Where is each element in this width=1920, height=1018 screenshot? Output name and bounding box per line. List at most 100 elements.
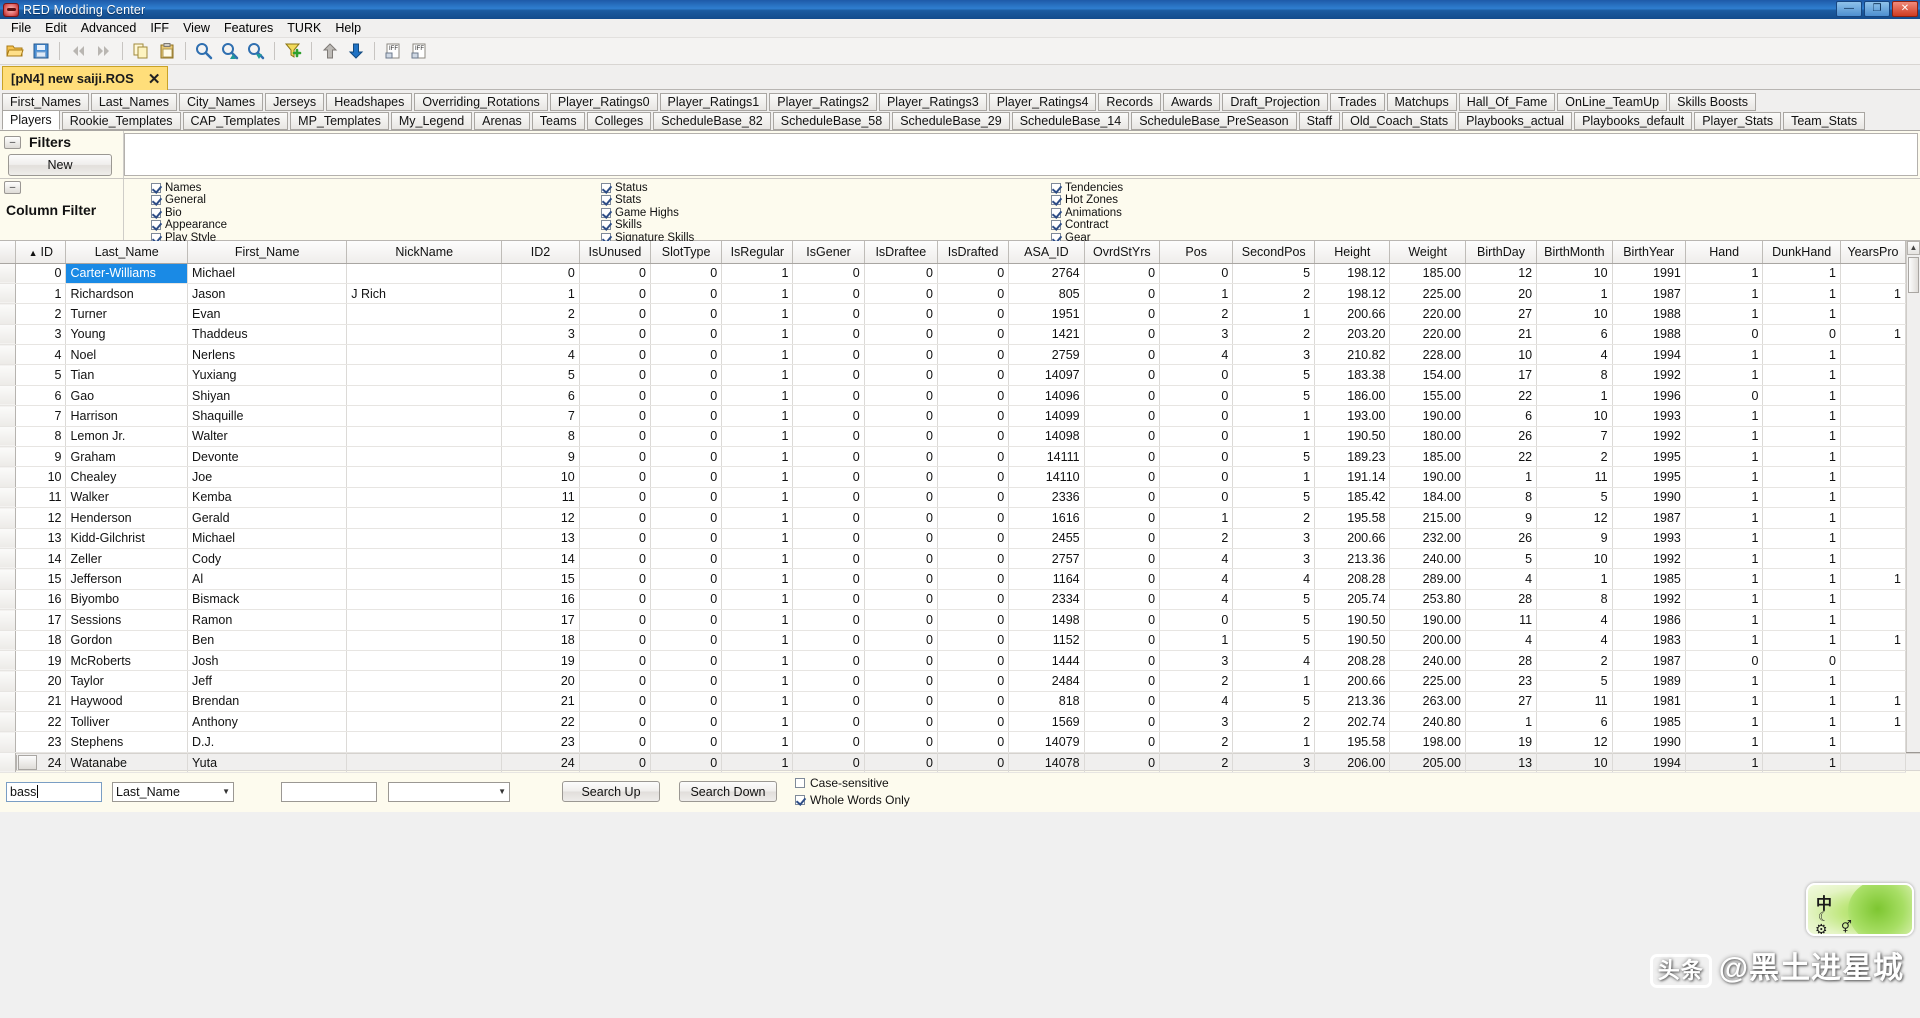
cell-id2[interactable]: 8 xyxy=(501,426,580,448)
table-row[interactable]: 12 Henderson Gerald 12 0 0 1 0 0 0 1616 0 1 2 195.58 21… xyxy=(0,507,1907,529)
cell-pos[interactable]: 4 xyxy=(1159,344,1234,366)
cell-hand[interactable]: 0 xyxy=(1685,324,1764,346)
cell-hand[interactable]: 1 xyxy=(1685,446,1764,468)
cell-pos[interactable]: 2 xyxy=(1159,731,1234,753)
row-selector[interactable] xyxy=(0,405,17,427)
cell-dunkhand[interactable]: 1 xyxy=(1762,609,1841,631)
cell-isdrafted[interactable]: 0 xyxy=(937,589,1010,611)
cell-isdrafted[interactable]: 0 xyxy=(937,507,1010,529)
table-row[interactable]: 6 Gao Shiyan 6 0 0 1 0 0 0 14096 0 0 5 186.00 155.00 22 1… xyxy=(0,385,1907,407)
cell-isgener[interactable]: 0 xyxy=(792,548,865,570)
cell-secondpos[interactable]: 1 xyxy=(1232,405,1316,427)
tab-schedulebase-29[interactable]: ScheduleBase_29 xyxy=(892,112,1010,130)
cell-last_name[interactable]: Stephens xyxy=(65,731,188,753)
cell-height[interactable]: 198.12 xyxy=(1314,263,1391,284)
search-up-icon[interactable] xyxy=(218,40,242,63)
cell-id[interactable]: 22 xyxy=(15,711,67,733)
new-filter-button[interactable]: New xyxy=(8,154,112,176)
cell-id2[interactable]: 7 xyxy=(501,405,580,427)
cell-pos[interactable]: 1 xyxy=(1159,507,1234,529)
cell-weight[interactable]: 190.00 xyxy=(1389,466,1466,488)
cell-birthday[interactable]: 26 xyxy=(1465,426,1538,448)
cell-isunused[interactable]: 0 xyxy=(579,303,651,325)
cell-isunused[interactable]: 0 xyxy=(579,487,651,509)
row-selector[interactable] xyxy=(0,303,17,325)
search-icon[interactable] xyxy=(192,40,216,63)
cell-slottype[interactable]: 0 xyxy=(650,650,723,672)
cell-ovrdstyrs[interactable]: 0 xyxy=(1084,670,1161,692)
cell-yearspro[interactable] xyxy=(1840,487,1907,509)
cell-last_name[interactable]: Gordon xyxy=(65,630,188,651)
cell-ovrdstyrs[interactable]: 0 xyxy=(1084,364,1161,386)
cell-hand[interactable]: 1 xyxy=(1685,711,1764,733)
cell-pos[interactable]: 0 xyxy=(1159,487,1234,509)
cell-isregular[interactable]: 1 xyxy=(721,263,794,284)
cell-isgener[interactable]: 0 xyxy=(792,446,865,468)
cell-last_name[interactable]: Graham xyxy=(65,446,188,468)
cell-last_name[interactable]: Carter-Williams xyxy=(65,263,188,284)
cell-isdrafted[interactable]: 0 xyxy=(937,650,1010,672)
cell-birthmonth[interactable]: 4 xyxy=(1536,609,1613,631)
tab-old-coach-stats[interactable]: Old_Coach_Stats xyxy=(1342,112,1457,130)
cell-first_name[interactable]: Bismack xyxy=(187,589,348,611)
cell-first_name[interactable]: Kemba xyxy=(187,487,348,509)
cell-isregular[interactable]: 1 xyxy=(721,711,794,733)
cell-dunkhand[interactable]: 1 xyxy=(1762,364,1841,386)
cell-birthyear[interactable]: 1990 xyxy=(1612,731,1686,753)
menu-item-help[interactable]: Help xyxy=(328,19,368,37)
cell-yearspro[interactable]: 1 xyxy=(1840,568,1907,590)
cell-first_name[interactable]: Michael xyxy=(187,263,348,284)
cell-isgener[interactable]: 0 xyxy=(792,263,865,284)
cell-isdraftee[interactable]: 0 xyxy=(864,303,938,325)
cell-birthday[interactable]: 4 xyxy=(1465,630,1538,651)
cell-isdraftee[interactable]: 0 xyxy=(864,385,938,407)
menu-item-view[interactable]: View xyxy=(176,19,217,37)
tab-teams[interactable]: Teams xyxy=(531,112,585,130)
cell-dunkhand[interactable]: 0 xyxy=(1762,324,1841,346)
cell-birthday[interactable]: 8 xyxy=(1465,487,1538,509)
cell-birthmonth[interactable]: 4 xyxy=(1536,344,1613,366)
cell-secondpos[interactable]: 3 xyxy=(1232,548,1316,570)
tab-arenas[interactable]: Arenas xyxy=(474,112,530,130)
cell-ovrdstyrs[interactable]: 0 xyxy=(1084,446,1161,468)
checkbox-contract[interactable] xyxy=(1051,220,1061,230)
cell-slottype[interactable]: 0 xyxy=(650,528,723,549)
cell-isregular[interactable]: 1 xyxy=(721,303,794,325)
cell-isregular[interactable]: 1 xyxy=(721,691,794,713)
cell-id2[interactable]: 16 xyxy=(501,589,580,611)
column-header-secondpos[interactable]: SecondPos xyxy=(1232,241,1316,264)
cell-weight[interactable]: 228.00 xyxy=(1389,344,1466,366)
cell-id2[interactable]: 21 xyxy=(501,691,580,713)
cell-birthmonth[interactable]: 8 xyxy=(1536,364,1613,386)
tab-draft-projection[interactable]: Draft_Projection xyxy=(1222,93,1329,111)
cell-slottype[interactable]: 0 xyxy=(650,283,723,305)
cell-nickname[interactable]: J Rich xyxy=(346,283,503,305)
cell-nickname[interactable] xyxy=(346,609,503,631)
cell-asa_id[interactable]: 14079 xyxy=(1008,731,1085,753)
cell-secondpos[interactable]: 2 xyxy=(1232,324,1316,346)
cell-isregular[interactable]: 1 xyxy=(721,426,794,448)
cell-secondpos[interactable]: 2 xyxy=(1232,283,1316,305)
cell-last_name[interactable]: Noel xyxy=(65,344,188,366)
cell-isdrafted[interactable]: 0 xyxy=(937,364,1010,386)
tab-schedulebase-14[interactable]: ScheduleBase_14 xyxy=(1011,112,1130,130)
cell-birthmonth[interactable]: 10 xyxy=(1536,263,1613,284)
cell-isgener[interactable]: 0 xyxy=(792,303,865,325)
cell-isdrafted[interactable]: 0 xyxy=(937,466,1010,488)
column-header-last_name[interactable]: Last_Name xyxy=(65,241,188,264)
cell-yearspro[interactable] xyxy=(1840,752,1907,774)
cell-hand[interactable]: 1 xyxy=(1685,548,1764,570)
cell-isregular[interactable]: 1 xyxy=(721,324,794,346)
cell-id[interactable]: 4 xyxy=(15,344,67,366)
menu-item-features[interactable]: Features xyxy=(217,19,280,37)
cell-isregular[interactable]: 1 xyxy=(721,630,794,651)
cell-weight[interactable]: 225.00 xyxy=(1389,283,1466,305)
close-icon[interactable]: ✕ xyxy=(148,70,161,88)
cell-weight[interactable]: 185.00 xyxy=(1389,263,1466,284)
cell-birthday[interactable]: 5 xyxy=(1465,548,1538,570)
cell-asa_id[interactable]: 14097 xyxy=(1008,364,1085,386)
cell-birthmonth[interactable]: 9 xyxy=(1536,528,1613,549)
table-row[interactable]: 21 Haywood Brendan 21 0 0 1 0 0 0 818 0 4 5 213.36 263.… xyxy=(0,691,1907,713)
tab-team-stats[interactable]: Team_Stats xyxy=(1783,112,1866,130)
cell-id[interactable]: 3 xyxy=(15,324,67,346)
